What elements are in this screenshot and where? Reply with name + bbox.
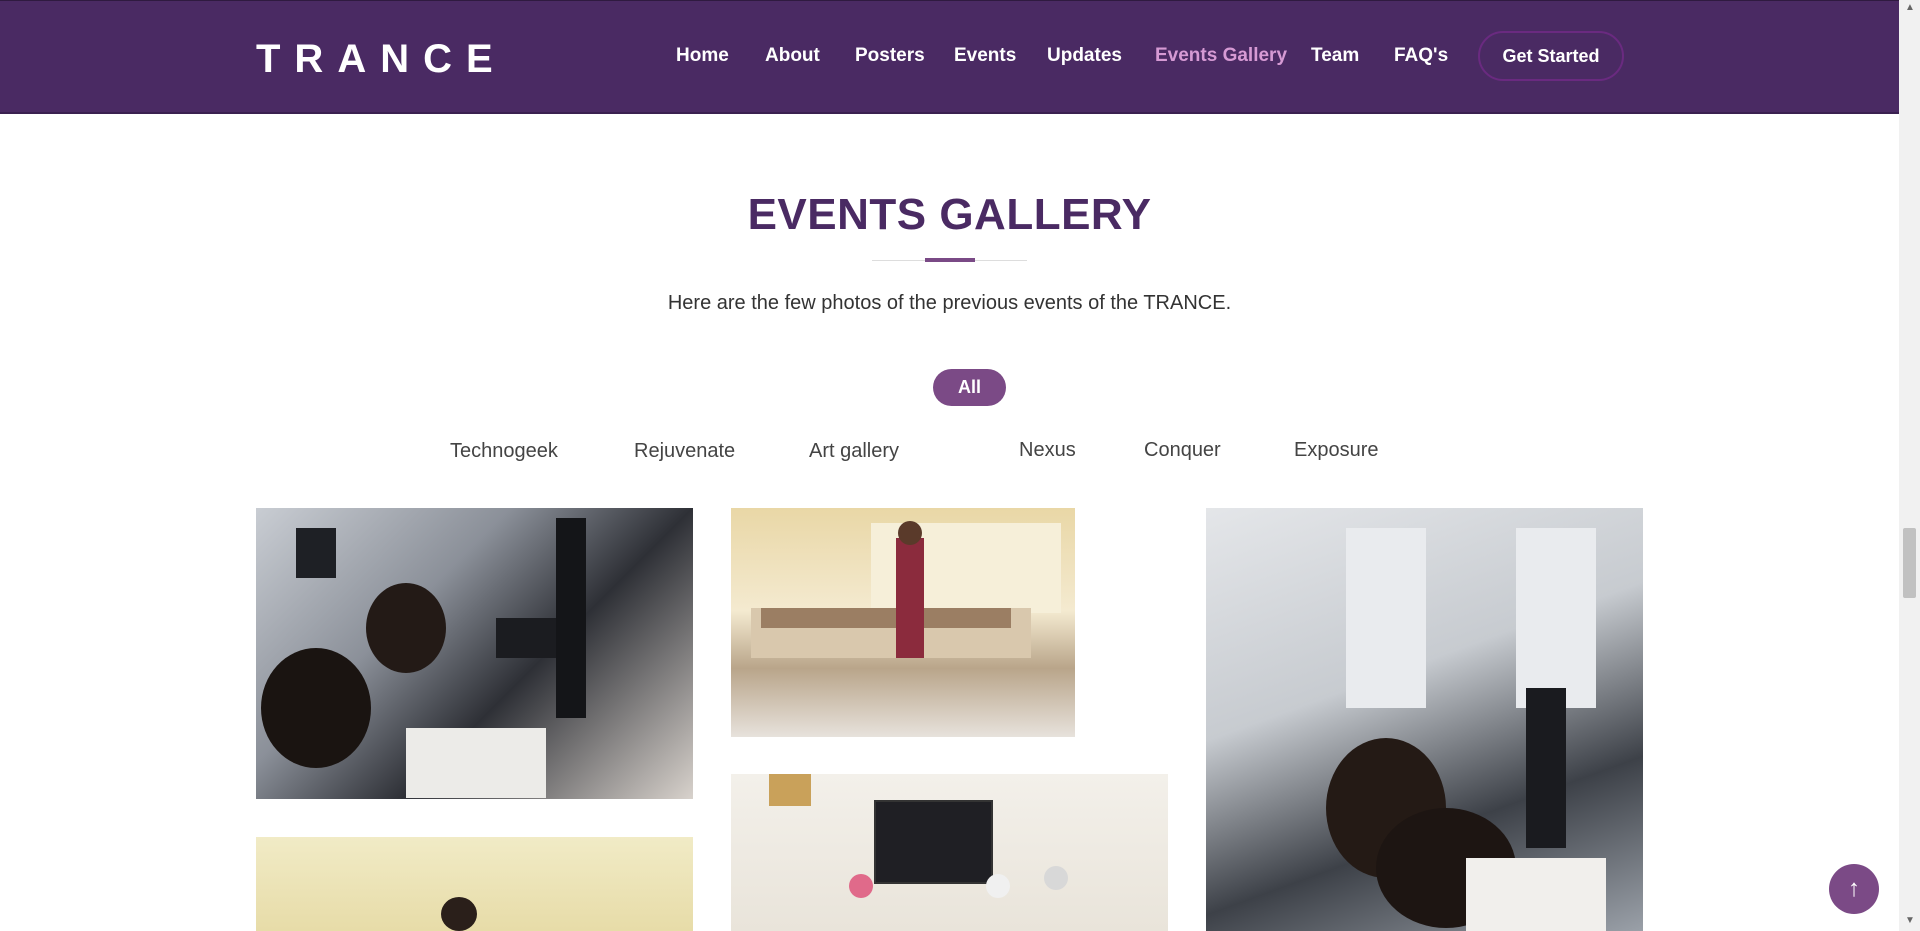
gallery-photo[interactable]: [256, 837, 693, 931]
filter-all[interactable]: All: [933, 369, 1006, 406]
nav-home[interactable]: Home: [676, 45, 729, 67]
filter-art-gallery[interactable]: Art gallery: [809, 440, 899, 463]
wall-poster: [874, 800, 993, 884]
gallery-photo[interactable]: [731, 508, 1075, 737]
wall-frame: [769, 774, 811, 806]
page-scrollbar[interactable]: [1899, 0, 1920, 931]
person-shape: [849, 874, 873, 898]
filter-exposure[interactable]: Exposure: [1294, 439, 1379, 462]
filter-technogeek[interactable]: Technogeek: [450, 440, 558, 463]
person-shape: [1044, 866, 1068, 890]
get-started-button[interactable]: Get Started: [1478, 31, 1624, 81]
title-divider-accent: [925, 258, 975, 262]
lab-students-illustration: [261, 518, 586, 798]
filter-nexus[interactable]: Nexus: [1019, 439, 1076, 462]
gallery-photo[interactable]: [1206, 508, 1643, 931]
arrow-up-icon: ↑: [1848, 875, 1860, 902]
lab-session-illustration: [1326, 528, 1606, 931]
scrollbar-thumb[interactable]: [1903, 528, 1916, 598]
nav-updates[interactable]: Updates: [1047, 45, 1122, 67]
section-subtitle: Here are the few photos of the previous …: [667, 292, 1232, 314]
filter-conquer[interactable]: Conquer: [1144, 439, 1221, 462]
nav-posters[interactable]: Posters: [855, 45, 925, 67]
scroll-down-icon[interactable]: ▼: [1905, 915, 1915, 926]
nav-faqs[interactable]: FAQ's: [1394, 45, 1448, 67]
scroll-up-icon[interactable]: ▲: [1905, 2, 1915, 13]
art-display-illustration: [751, 521, 1061, 658]
nav-team[interactable]: Team: [1311, 45, 1359, 67]
person-shape: [986, 874, 1010, 898]
nav-events[interactable]: Events: [954, 45, 1016, 67]
site-header: TRANCE Home About Posters Events Updates…: [0, 0, 1899, 114]
filter-rejuvenate[interactable]: Rejuvenate: [634, 440, 735, 463]
nav-events-gallery[interactable]: Events Gallery: [1155, 45, 1287, 67]
nav-about[interactable]: About: [765, 45, 820, 67]
page-title: EVENTS GALLERY: [747, 190, 1152, 239]
gallery-photo[interactable]: [256, 508, 693, 799]
gallery-photo[interactable]: [731, 774, 1168, 931]
scroll-to-top-button[interactable]: ↑: [1829, 864, 1879, 914]
person-shape: [441, 897, 477, 931]
